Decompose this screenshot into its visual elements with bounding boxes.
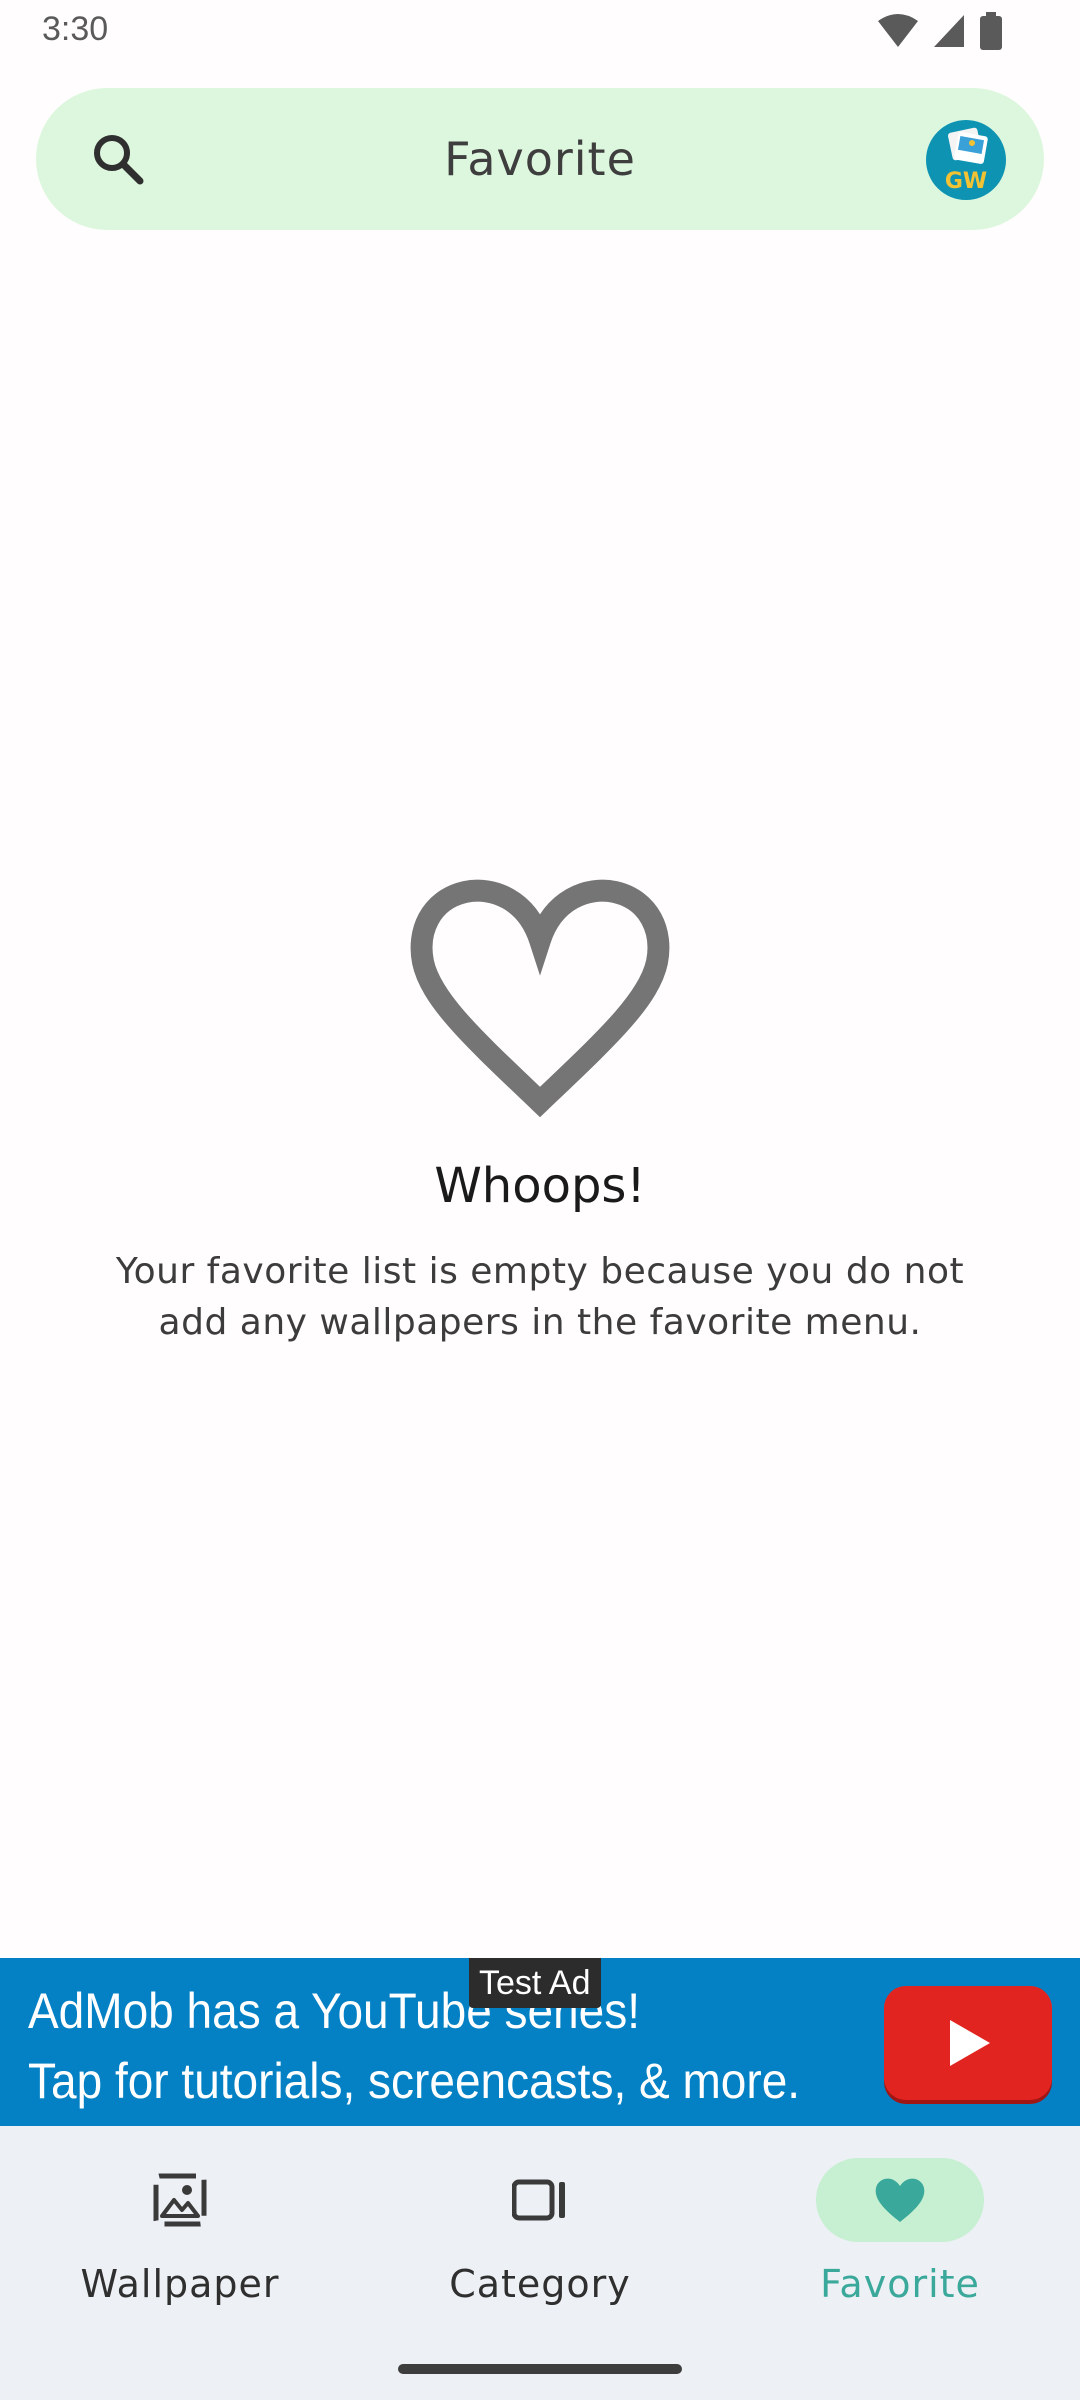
nav-icon-container <box>96 2158 264 2242</box>
nav-label-category: Category <box>449 2262 631 2306</box>
wallpaper-icon <box>153 2173 207 2227</box>
favorite-screen: 3:30 Favorite GW Whoops! Your favorite l… <box>0 0 1080 2400</box>
empty-state-title: Whoops! <box>434 1158 646 1214</box>
nav-label-wallpaper: Wallpaper <box>80 2262 280 2306</box>
nav-icon-container <box>456 2158 624 2242</box>
nav-icon-container-active <box>816 2158 984 2242</box>
status-bar: 3:30 <box>0 0 1080 62</box>
heart-outline-icon <box>410 879 670 1118</box>
avatar-text: GW <box>944 169 988 194</box>
home-indicator[interactable] <box>398 2364 682 2374</box>
ad-banner[interactable]: AdMob has a YouTube series! Tap for tuto… <box>0 1958 1080 2126</box>
category-icon <box>512 2179 565 2221</box>
search-icon[interactable] <box>88 129 148 189</box>
status-icons <box>878 12 1002 50</box>
app-logo-avatar[interactable]: GW <box>926 120 1006 200</box>
ad-subline: Tap for tutorials, screencasts, & more. <box>28 2053 801 2109</box>
nav-label-favorite: Favorite <box>820 2262 980 2306</box>
top-search-bar[interactable]: Favorite GW <box>36 88 1044 230</box>
bottom-navigation: Wallpaper Category Favorite <box>0 2126 1080 2400</box>
nav-item-favorite[interactable]: Favorite <box>750 2158 1050 2358</box>
heart-icon <box>875 2178 925 2222</box>
battery-icon <box>980 12 1002 50</box>
nav-item-category[interactable]: Category <box>390 2158 690 2358</box>
youtube-play-icon[interactable] <box>884 1986 1052 2100</box>
nav-item-wallpaper[interactable]: Wallpaper <box>30 2158 330 2358</box>
empty-state-message: Your favorite list is empty because you … <box>115 1251 965 1343</box>
status-time: 3:30 <box>42 10 109 48</box>
signal-icon <box>934 15 964 47</box>
wifi-icon <box>878 14 918 47</box>
test-ad-badge: Test Ad <box>469 1958 601 2008</box>
play-triangle-icon <box>950 2020 990 2066</box>
page-title: Favorite <box>444 132 636 186</box>
empty-state: Whoops! Your favorite list is empty beca… <box>0 870 1080 1348</box>
